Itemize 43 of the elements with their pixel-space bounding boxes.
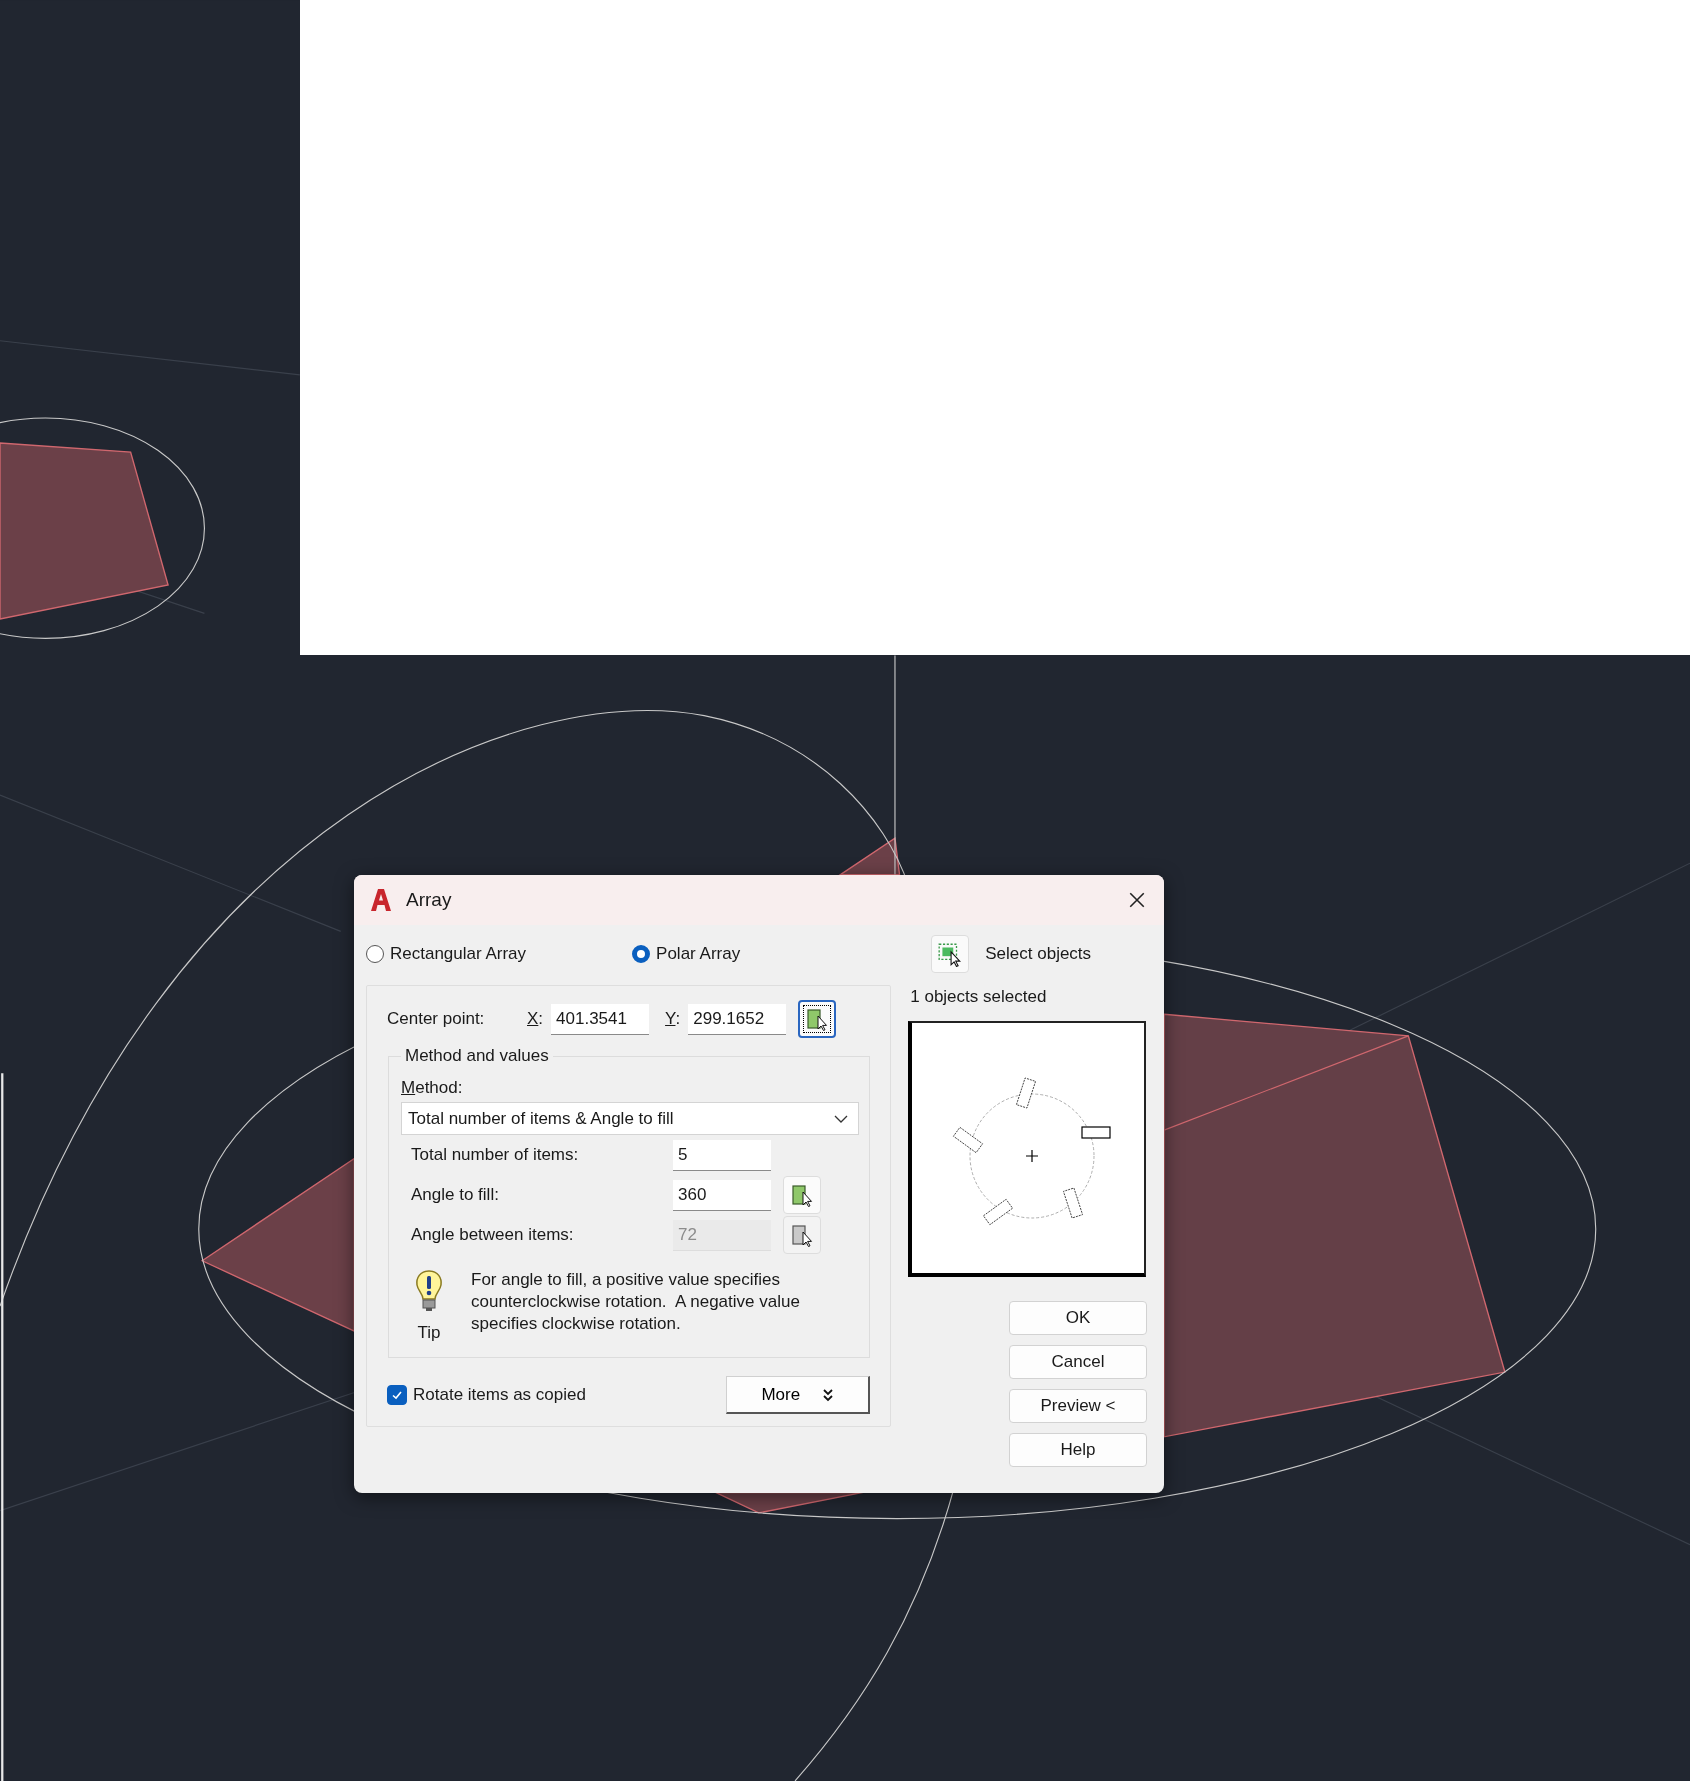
- selection-status: 1 objects selected: [909, 987, 1048, 1007]
- close-icon: [1128, 891, 1146, 909]
- pick-point-button[interactable]: [798, 1000, 837, 1038]
- radio-button[interactable]: [632, 945, 651, 963]
- face-shape: [838, 837, 901, 876]
- checkbox[interactable]: [387, 1385, 407, 1405]
- field-label: Angle between items:: [411, 1225, 575, 1245]
- x-coordinate-field[interactable]: 401.3541: [551, 1003, 650, 1035]
- radio-label[interactable]: Rectangular Array: [390, 944, 527, 964]
- radio-label[interactable]: Polar Array: [656, 944, 741, 964]
- select-objects-label[interactable]: Select objects: [985, 944, 1092, 964]
- checkbox-label[interactable]: Rotate items as copied: [413, 1385, 727, 1405]
- tip-label: Tip: [417, 1323, 441, 1343]
- check-icon: [391, 1389, 403, 1401]
- select-objects-button[interactable]: [931, 935, 970, 973]
- tip-text: For angle to fill, a positive value specifies counterclockwise rotation. A negative value specifies clockwise rotation.: [471, 1269, 801, 1335]
- chevron-down-icon: [834, 1114, 849, 1123]
- dialog-button[interactable]: OK: [1009, 1301, 1147, 1335]
- field-label: Angle to fill:: [411, 1185, 500, 1205]
- pick-angle-icon: [790, 1183, 814, 1207]
- method-dropdown[interactable]: Total number of items & Angle to fill: [401, 1102, 860, 1135]
- dialog-button[interactable]: Preview <: [1009, 1389, 1147, 1423]
- more-button[interactable]: More: [726, 1376, 871, 1414]
- y-label: Y:: [665, 1009, 681, 1029]
- dialog-button[interactable]: Help: [1009, 1433, 1147, 1467]
- center-point-label: Center point:: [387, 1009, 486, 1029]
- pick-point-icon: [805, 1007, 830, 1031]
- x-label: X:: [527, 1009, 544, 1029]
- group-title: Method and values: [404, 1046, 550, 1066]
- window-title: Array: [406, 889, 453, 911]
- dialog-button[interactable]: Cancel: [1009, 1345, 1147, 1379]
- radio-button[interactable]: [366, 945, 384, 963]
- lightbulb-icon: [414, 1269, 444, 1313]
- double-chevron-down-icon: [822, 1387, 835, 1402]
- pick-angle-icon: [790, 1223, 814, 1247]
- value-field[interactable]: 5: [673, 1139, 771, 1171]
- select-objects-icon: [937, 941, 964, 967]
- y-coordinate-field[interactable]: 299.1652: [688, 1003, 787, 1035]
- app-logo-icon: [370, 888, 392, 912]
- method-label: Method:: [401, 1078, 464, 1098]
- pick-angle-button[interactable]: [783, 1176, 821, 1214]
- value-field[interactable]: 360: [673, 1179, 771, 1211]
- field-label: Total number of items:: [411, 1145, 580, 1165]
